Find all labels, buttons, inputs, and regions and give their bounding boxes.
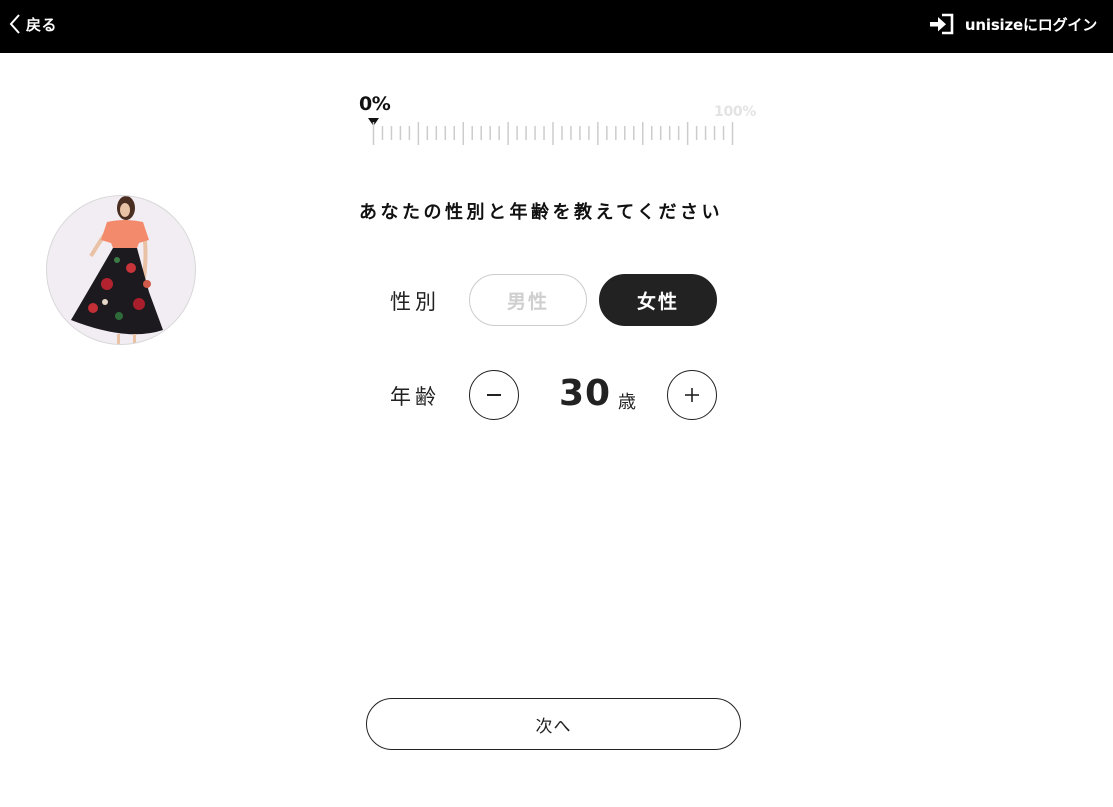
sign-in-icon	[929, 13, 954, 35]
top-bar: 戻る unisizeにログイン	[0, 0, 1113, 53]
gender-option-female[interactable]: 女性	[599, 274, 717, 326]
back-button[interactable]: 戻る	[8, 12, 57, 36]
next-button[interactable]: 次へ	[366, 698, 741, 750]
next-button-label: 次へ	[535, 716, 572, 737]
progress-ruler	[368, 118, 734, 145]
age-increment-button[interactable]	[667, 370, 717, 420]
gender-option-male-label: 男性	[506, 290, 549, 313]
age-label: 年齢	[390, 385, 440, 409]
plus-icon	[685, 388, 699, 402]
age-decrement-button[interactable]	[469, 370, 519, 420]
login-button[interactable]: unisizeにログイン	[929, 12, 1097, 36]
age-value: 30	[559, 373, 612, 414]
back-label: 戻る	[26, 15, 58, 34]
age-unit: 歳	[618, 392, 636, 413]
chevron-left-icon	[9, 14, 20, 34]
gender-option-male[interactable]: 男性	[469, 274, 587, 326]
gender-label: 性別	[390, 290, 440, 314]
progress-current-label: 0%	[359, 93, 391, 115]
login-label: unisizeにログイン	[964, 15, 1097, 34]
minus-icon	[487, 394, 501, 396]
product-image	[46, 195, 196, 345]
gender-option-female-label: 女性	[636, 290, 679, 313]
question-heading: あなたの性別と年齢を教えてください	[359, 202, 724, 223]
